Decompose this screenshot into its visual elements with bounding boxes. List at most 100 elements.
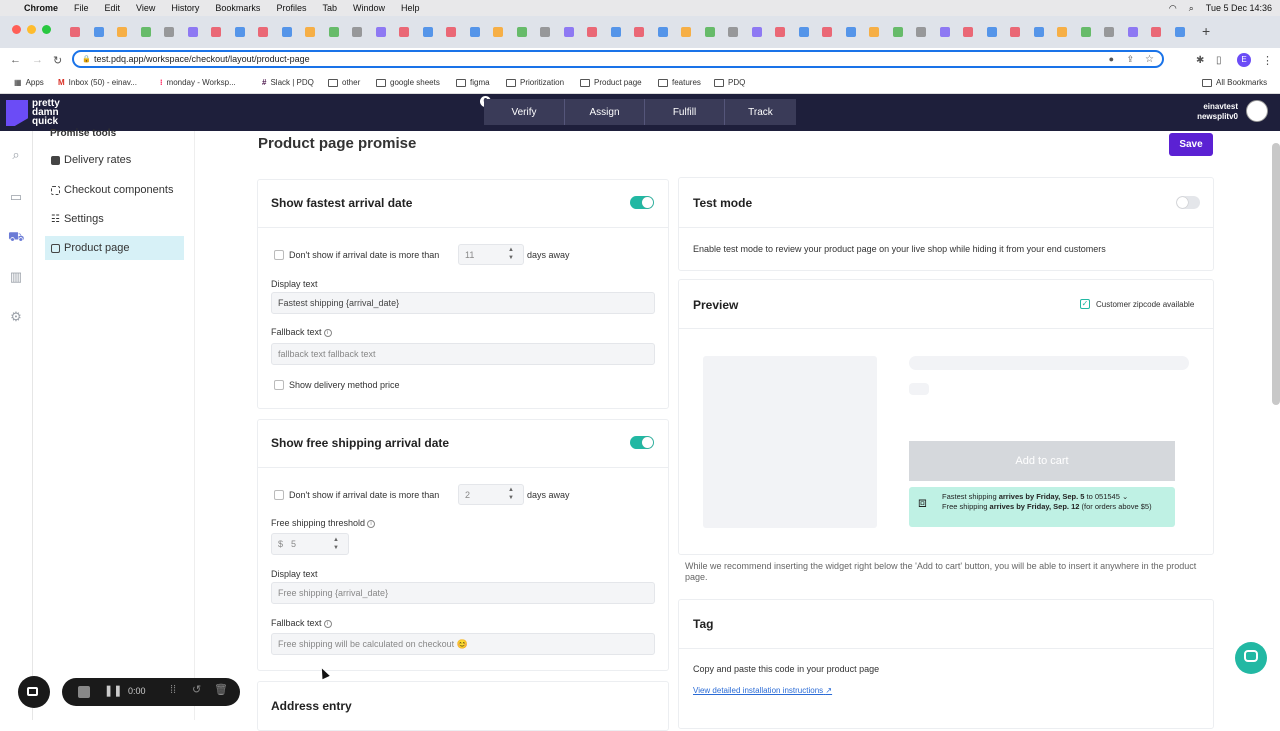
browser-tab[interactable]: [751, 27, 762, 37]
browser-tab[interactable]: [375, 27, 386, 37]
search-icon[interactable]: ⌕: [8, 147, 24, 163]
minimize-window-icon[interactable]: [27, 25, 36, 34]
browser-tab[interactable]: [234, 27, 245, 37]
browser-tab[interactable]: [1127, 27, 1138, 37]
search-icon[interactable]: ⌕: [1189, 3, 1194, 14]
browser-tab[interactable]: [140, 27, 151, 37]
bookmark-figma[interactable]: figma: [456, 78, 490, 87]
browser-tab[interactable]: [422, 27, 433, 37]
free-display-text-input[interactable]: Free shipping {arrival_date}: [271, 582, 655, 604]
menu-view[interactable]: View: [136, 3, 155, 13]
browser-tab[interactable]: [704, 27, 715, 37]
bookmark-google-sheets[interactable]: google sheets: [376, 78, 440, 87]
free-days-stepper-icon[interactable]: ▲ ▼: [508, 486, 514, 502]
browser-tab[interactable]: [258, 27, 268, 37]
zoom-window-icon[interactable]: [42, 25, 51, 34]
free-dont-show-checkbox[interactable]: [274, 490, 284, 500]
step-track[interactable]: Track: [724, 99, 796, 125]
threshold-stepper-icon[interactable]: ▲ ▼: [333, 536, 339, 552]
preview-add-to-cart-button[interactable]: Add to cart: [909, 441, 1175, 481]
sidepanel-icon[interactable]: ▯: [1216, 55, 1222, 66]
gear-icon[interactable]: ⚙: [8, 309, 24, 325]
menu-help[interactable]: Help: [401, 3, 420, 13]
restart-icon[interactable]: ↺: [192, 683, 201, 696]
sidebar-item-delivery-rates[interactable]: Delivery rates: [45, 148, 184, 172]
method-price-checkbox[interactable]: [274, 380, 284, 390]
step-verify[interactable]: Verify: [484, 99, 564, 125]
bookmark-pdq[interactable]: PDQ: [714, 78, 745, 87]
new-tab-button[interactable]: +: [1202, 23, 1210, 39]
cart-icon[interactable]: ⛟: [8, 229, 24, 245]
back-icon[interactable]: ←: [10, 54, 21, 66]
step-assign[interactable]: Assign: [564, 99, 644, 125]
browser-tab[interactable]: [610, 27, 621, 37]
bookmark-prioritization[interactable]: Prioritization: [506, 78, 564, 87]
bookmark-slack[interactable]: # Slack | PDQ: [262, 78, 314, 87]
bookmark-star-icon[interactable]: ☆: [1145, 54, 1154, 65]
sidebar-item-checkout-components[interactable]: Checkout components: [45, 178, 184, 202]
box-icon[interactable]: ▭: [8, 189, 24, 205]
all-bookmarks[interactable]: All Bookmarks: [1202, 78, 1267, 87]
trash-icon[interactable]: ▥: [8, 269, 24, 285]
browser-tab[interactable]: [916, 27, 926, 37]
page-scrollbar[interactable]: [1272, 143, 1280, 405]
bookmark-gmail[interactable]: M Inbox (50) - einav...: [58, 78, 137, 87]
browser-tab[interactable]: [798, 27, 809, 37]
browser-tab[interactable]: [634, 27, 644, 37]
close-window-icon[interactable]: [12, 25, 21, 34]
camera-button[interactable]: [18, 676, 50, 708]
browser-tab[interactable]: [352, 27, 362, 37]
stop-icon[interactable]: [78, 686, 90, 698]
browser-tab[interactable]: [822, 27, 832, 37]
browser-tab[interactable]: [399, 27, 409, 37]
profile-avatar[interactable]: E: [1237, 53, 1251, 67]
browser-tab[interactable]: [469, 27, 480, 37]
browser-tab[interactable]: [1033, 27, 1044, 37]
browser-tab[interactable]: [328, 27, 339, 37]
clock[interactable]: Tue 5 Dec 14:36: [1206, 3, 1272, 13]
browser-tab[interactable]: [986, 27, 997, 37]
fastest-display-text-input[interactable]: Fastest shipping {arrival_date}: [271, 292, 655, 314]
fastest-arrival-toggle[interactable]: [630, 196, 654, 209]
browser-tab[interactable]: [892, 27, 903, 37]
bookmark-monday[interactable]: ⁝ monday - Worksp...: [160, 78, 236, 87]
browser-tab[interactable]: [681, 27, 691, 37]
fastest-days-stepper-icon[interactable]: ▲ ▼: [508, 246, 514, 262]
pdq-logo[interactable]: pretty damn quick: [6, 96, 64, 128]
browser-tab[interactable]: [117, 27, 127, 37]
browser-tab[interactable]: [845, 27, 856, 37]
browser-tab[interactable]: [93, 27, 104, 37]
browser-tab[interactable]: [70, 27, 80, 37]
bookmark-other[interactable]: other: [328, 78, 360, 87]
reload-icon[interactable]: ↻: [53, 54, 62, 67]
tag-instructions-link[interactable]: View detailed installation instructions …: [693, 686, 832, 695]
browser-tab[interactable]: [187, 27, 198, 37]
browser-tab[interactable]: [657, 27, 668, 37]
browser-tab[interactable]: [493, 27, 503, 37]
browser-tab[interactable]: [563, 27, 574, 37]
delete-icon[interactable]: 🗑: [214, 683, 228, 696]
fastest-dont-show-checkbox[interactable]: [274, 250, 284, 260]
zipcode-checkbox[interactable]: ✓: [1080, 299, 1090, 309]
browser-tab[interactable]: [939, 27, 950, 37]
browser-tab[interactable]: [869, 27, 879, 37]
menu-file[interactable]: File: [74, 3, 89, 13]
browser-tab[interactable]: [1151, 27, 1161, 37]
fastest-days-input[interactable]: 11: [458, 244, 524, 265]
info-icon[interactable]: i: [367, 519, 376, 528]
bookmark-features[interactable]: features: [658, 78, 701, 87]
free-days-input[interactable]: 2: [458, 484, 524, 505]
save-button[interactable]: Save: [1169, 133, 1213, 156]
chat-support-button[interactable]: [1235, 642, 1267, 674]
step-fulfill[interactable]: Fulfill: [644, 99, 724, 125]
info-icon[interactable]: i: [323, 328, 332, 337]
browser-tab[interactable]: [281, 27, 292, 37]
browser-tab[interactable]: [446, 27, 456, 37]
browser-tab[interactable]: [963, 27, 973, 37]
browser-tab[interactable]: [1174, 27, 1185, 37]
free-shipping-toggle[interactable]: [630, 436, 654, 449]
chrome-menu-icon[interactable]: ⋮: [1262, 54, 1273, 67]
store-icon[interactable]: [1246, 100, 1268, 122]
info-icon[interactable]: i: [323, 619, 332, 628]
browser-tab[interactable]: [1057, 27, 1067, 37]
